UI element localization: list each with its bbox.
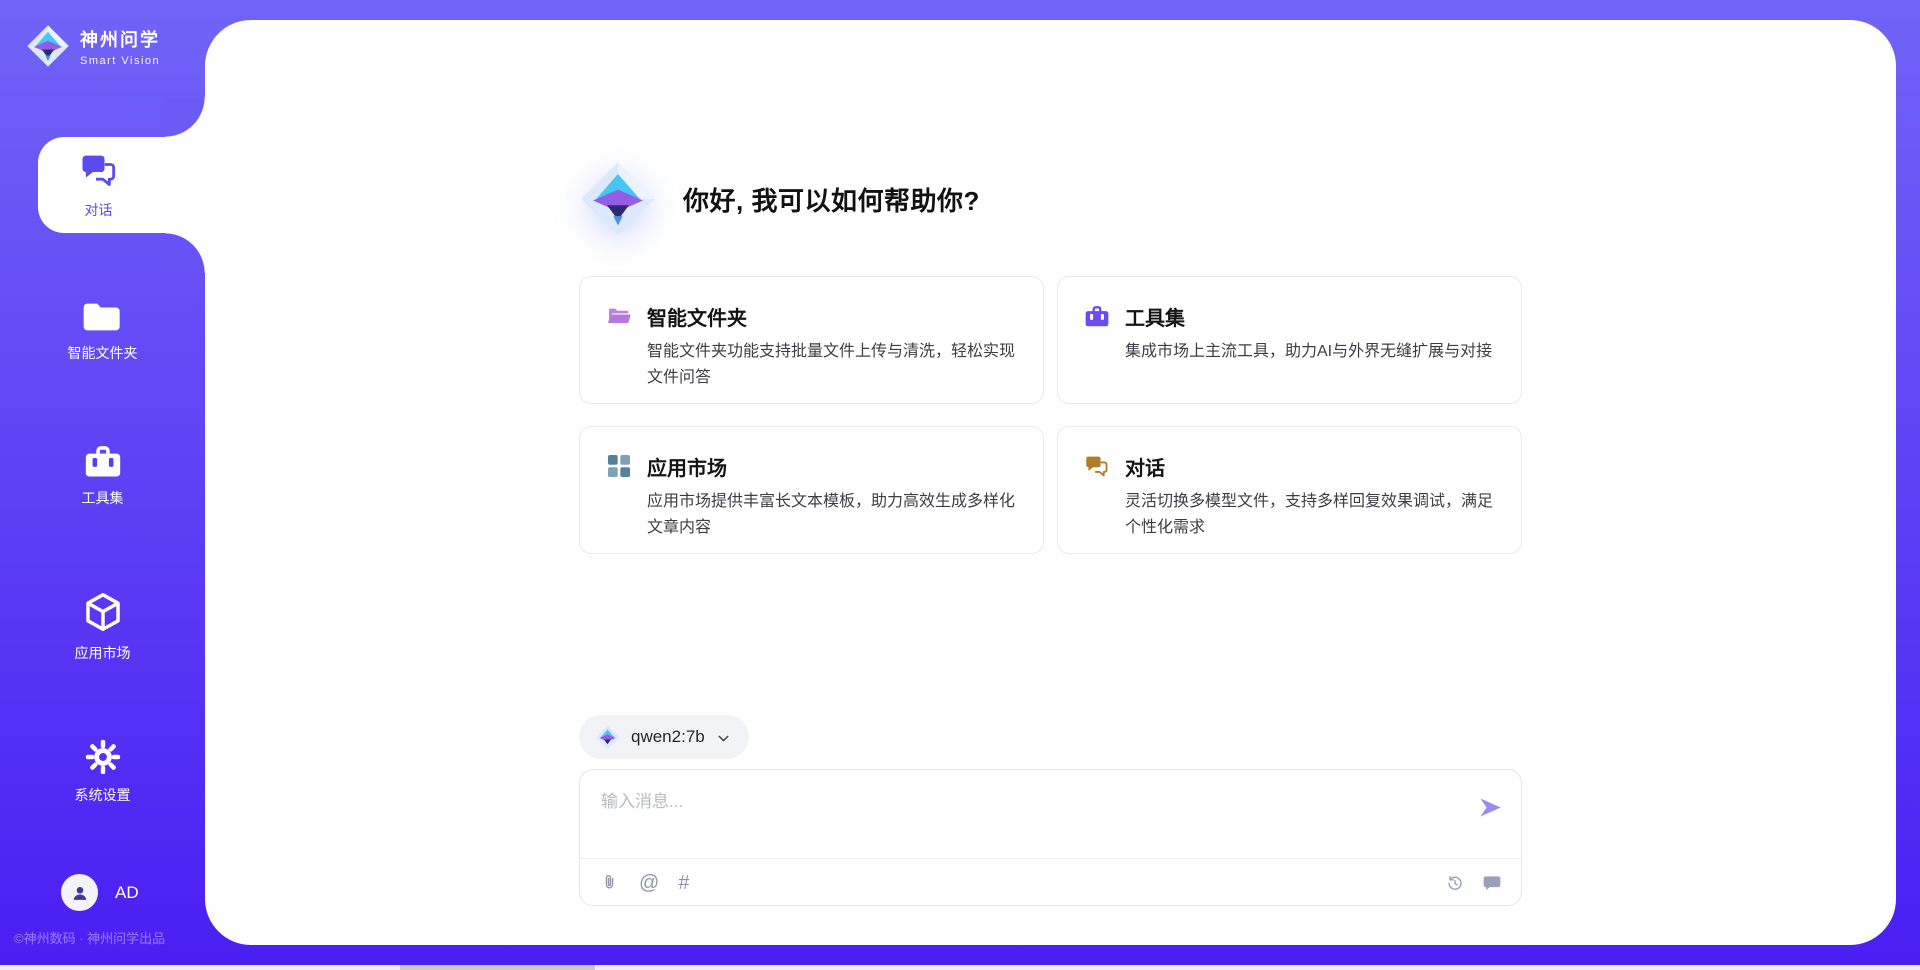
- chevron-down-icon: [716, 731, 731, 746]
- diamond-logo-icon: [579, 160, 657, 238]
- history-icon[interactable]: [1445, 873, 1465, 893]
- card-title: 工具集: [1125, 302, 1492, 331]
- card-description: 应用市场提供丰富长文本模板，助力高效生成多样化文章内容: [647, 489, 1015, 541]
- sidebar-item-label: 工具集: [82, 488, 124, 508]
- chat-icon: [79, 150, 119, 193]
- tab-curve-top: [165, 97, 205, 137]
- diamond-logo-icon: [26, 24, 70, 68]
- card-body: 对话 灵活切换多模型文件，支持多样回复效果调试，满足个性化需求: [1125, 452, 1493, 553]
- toolbox-icon: [1084, 303, 1110, 329]
- message-input[interactable]: [580, 770, 1440, 856]
- feedback-icon[interactable]: [1482, 873, 1502, 893]
- card-body: 工具集 集成市场上主流工具，助力AI与外界无缝扩展与对接: [1125, 302, 1492, 403]
- sidebar-item-label: 应用市场: [75, 643, 131, 663]
- greeting: 你好, 我可以如何帮助你?: [579, 160, 980, 238]
- card-chat[interactable]: 对话 灵活切换多模型文件，支持多样回复效果调试，满足个性化需求: [1057, 426, 1522, 554]
- user-account[interactable]: AD: [61, 874, 139, 911]
- brand-subtitle: Smart Vision: [80, 55, 160, 67]
- card-description: 集成市场上主流工具，助力AI与外界无缝扩展与对接: [1125, 339, 1492, 365]
- feature-cards: 智能文件夹 智能文件夹功能支持批量文件上传与清洗，轻松实现文件问答 工具集 集成…: [579, 276, 1522, 554]
- toolbox-icon: [83, 443, 123, 479]
- scrollbar-thumb[interactable]: [400, 965, 595, 970]
- card-body: 应用市场 应用市场提供丰富长文本模板，助力高效生成多样化文章内容: [647, 452, 1015, 553]
- sidebar-item-label: 智能文件夹: [68, 343, 138, 363]
- model-selector[interactable]: qwen2:7b: [579, 715, 749, 759]
- person-icon: [69, 882, 91, 904]
- sidebar-item-label: 系统设置: [75, 785, 131, 805]
- card-title: 智能文件夹: [647, 302, 1015, 331]
- horizontal-scrollbar[interactable]: [0, 965, 1920, 970]
- cube-icon: [81, 590, 125, 634]
- sidebar-item-chat[interactable]: 对话: [38, 137, 205, 233]
- avatar: [61, 874, 98, 911]
- card-description: 智能文件夹功能支持批量文件上传与清洗，轻松实现文件问答: [647, 339, 1015, 391]
- model-name: qwen2:7b: [631, 727, 705, 747]
- message-composer: @ #: [579, 769, 1522, 906]
- card-smart-folder[interactable]: 智能文件夹 智能文件夹功能支持批量文件上传与清洗，轻松实现文件问答: [579, 276, 1044, 404]
- composer-toolbar: @ #: [580, 859, 1521, 906]
- greeting-text: 你好, 我可以如何帮助你?: [683, 181, 980, 218]
- card-body: 智能文件夹 智能文件夹功能支持批量文件上传与清洗，轻松实现文件问答: [647, 302, 1015, 403]
- grid-icon: [606, 453, 632, 479]
- sidebar-item-settings[interactable]: 系统设置: [0, 738, 205, 805]
- sidebar-item-smart-folder[interactable]: 智能文件夹: [0, 300, 205, 363]
- brand-name: 神州问学: [80, 26, 160, 52]
- card-title: 应用市场: [647, 452, 1015, 481]
- sidebar: 神州问学 Smart Vision 对话 智能文件夹: [0, 0, 205, 970]
- card-app-market[interactable]: 应用市场 应用市场提供丰富长文本模板，助力高效生成多样化文章内容: [579, 426, 1044, 554]
- tab-curve-bottom: [165, 233, 205, 273]
- chat-icon: [1084, 453, 1110, 479]
- content-column: 你好, 我可以如何帮助你? 智能文件夹 智能文件夹功能支持批量文件上传与清洗，轻…: [579, 20, 1522, 945]
- user-name: AD: [115, 883, 139, 903]
- brand-text: 神州问学 Smart Vision: [80, 26, 160, 67]
- card-toolbox[interactable]: 工具集 集成市场上主流工具，助力AI与外界无缝扩展与对接: [1057, 276, 1522, 404]
- send-icon[interactable]: [1477, 794, 1504, 821]
- main-panel: 你好, 我可以如何帮助你? 智能文件夹 智能文件夹功能支持批量文件上传与清洗，轻…: [205, 20, 1896, 945]
- sidebar-item-app-market[interactable]: 应用市场: [0, 590, 205, 663]
- sidebar-item-toolbox[interactable]: 工具集: [0, 443, 205, 508]
- mention-icon[interactable]: @: [639, 873, 659, 893]
- folder-open-icon: [606, 303, 632, 329]
- brand-logo: 神州问学 Smart Vision: [26, 24, 160, 68]
- topic-icon[interactable]: #: [678, 873, 689, 893]
- gear-icon: [84, 738, 122, 776]
- folder-icon: [83, 300, 123, 334]
- attachment-icon[interactable]: [599, 872, 620, 893]
- diamond-logo-icon: [595, 725, 620, 750]
- card-description: 灵活切换多模型文件，支持多样回复效果调试，满足个性化需求: [1125, 489, 1493, 541]
- card-title: 对话: [1125, 452, 1493, 481]
- copyright: ©神州数码 · 神州问学出品: [14, 928, 165, 947]
- sidebar-item-label: 对话: [85, 200, 113, 220]
